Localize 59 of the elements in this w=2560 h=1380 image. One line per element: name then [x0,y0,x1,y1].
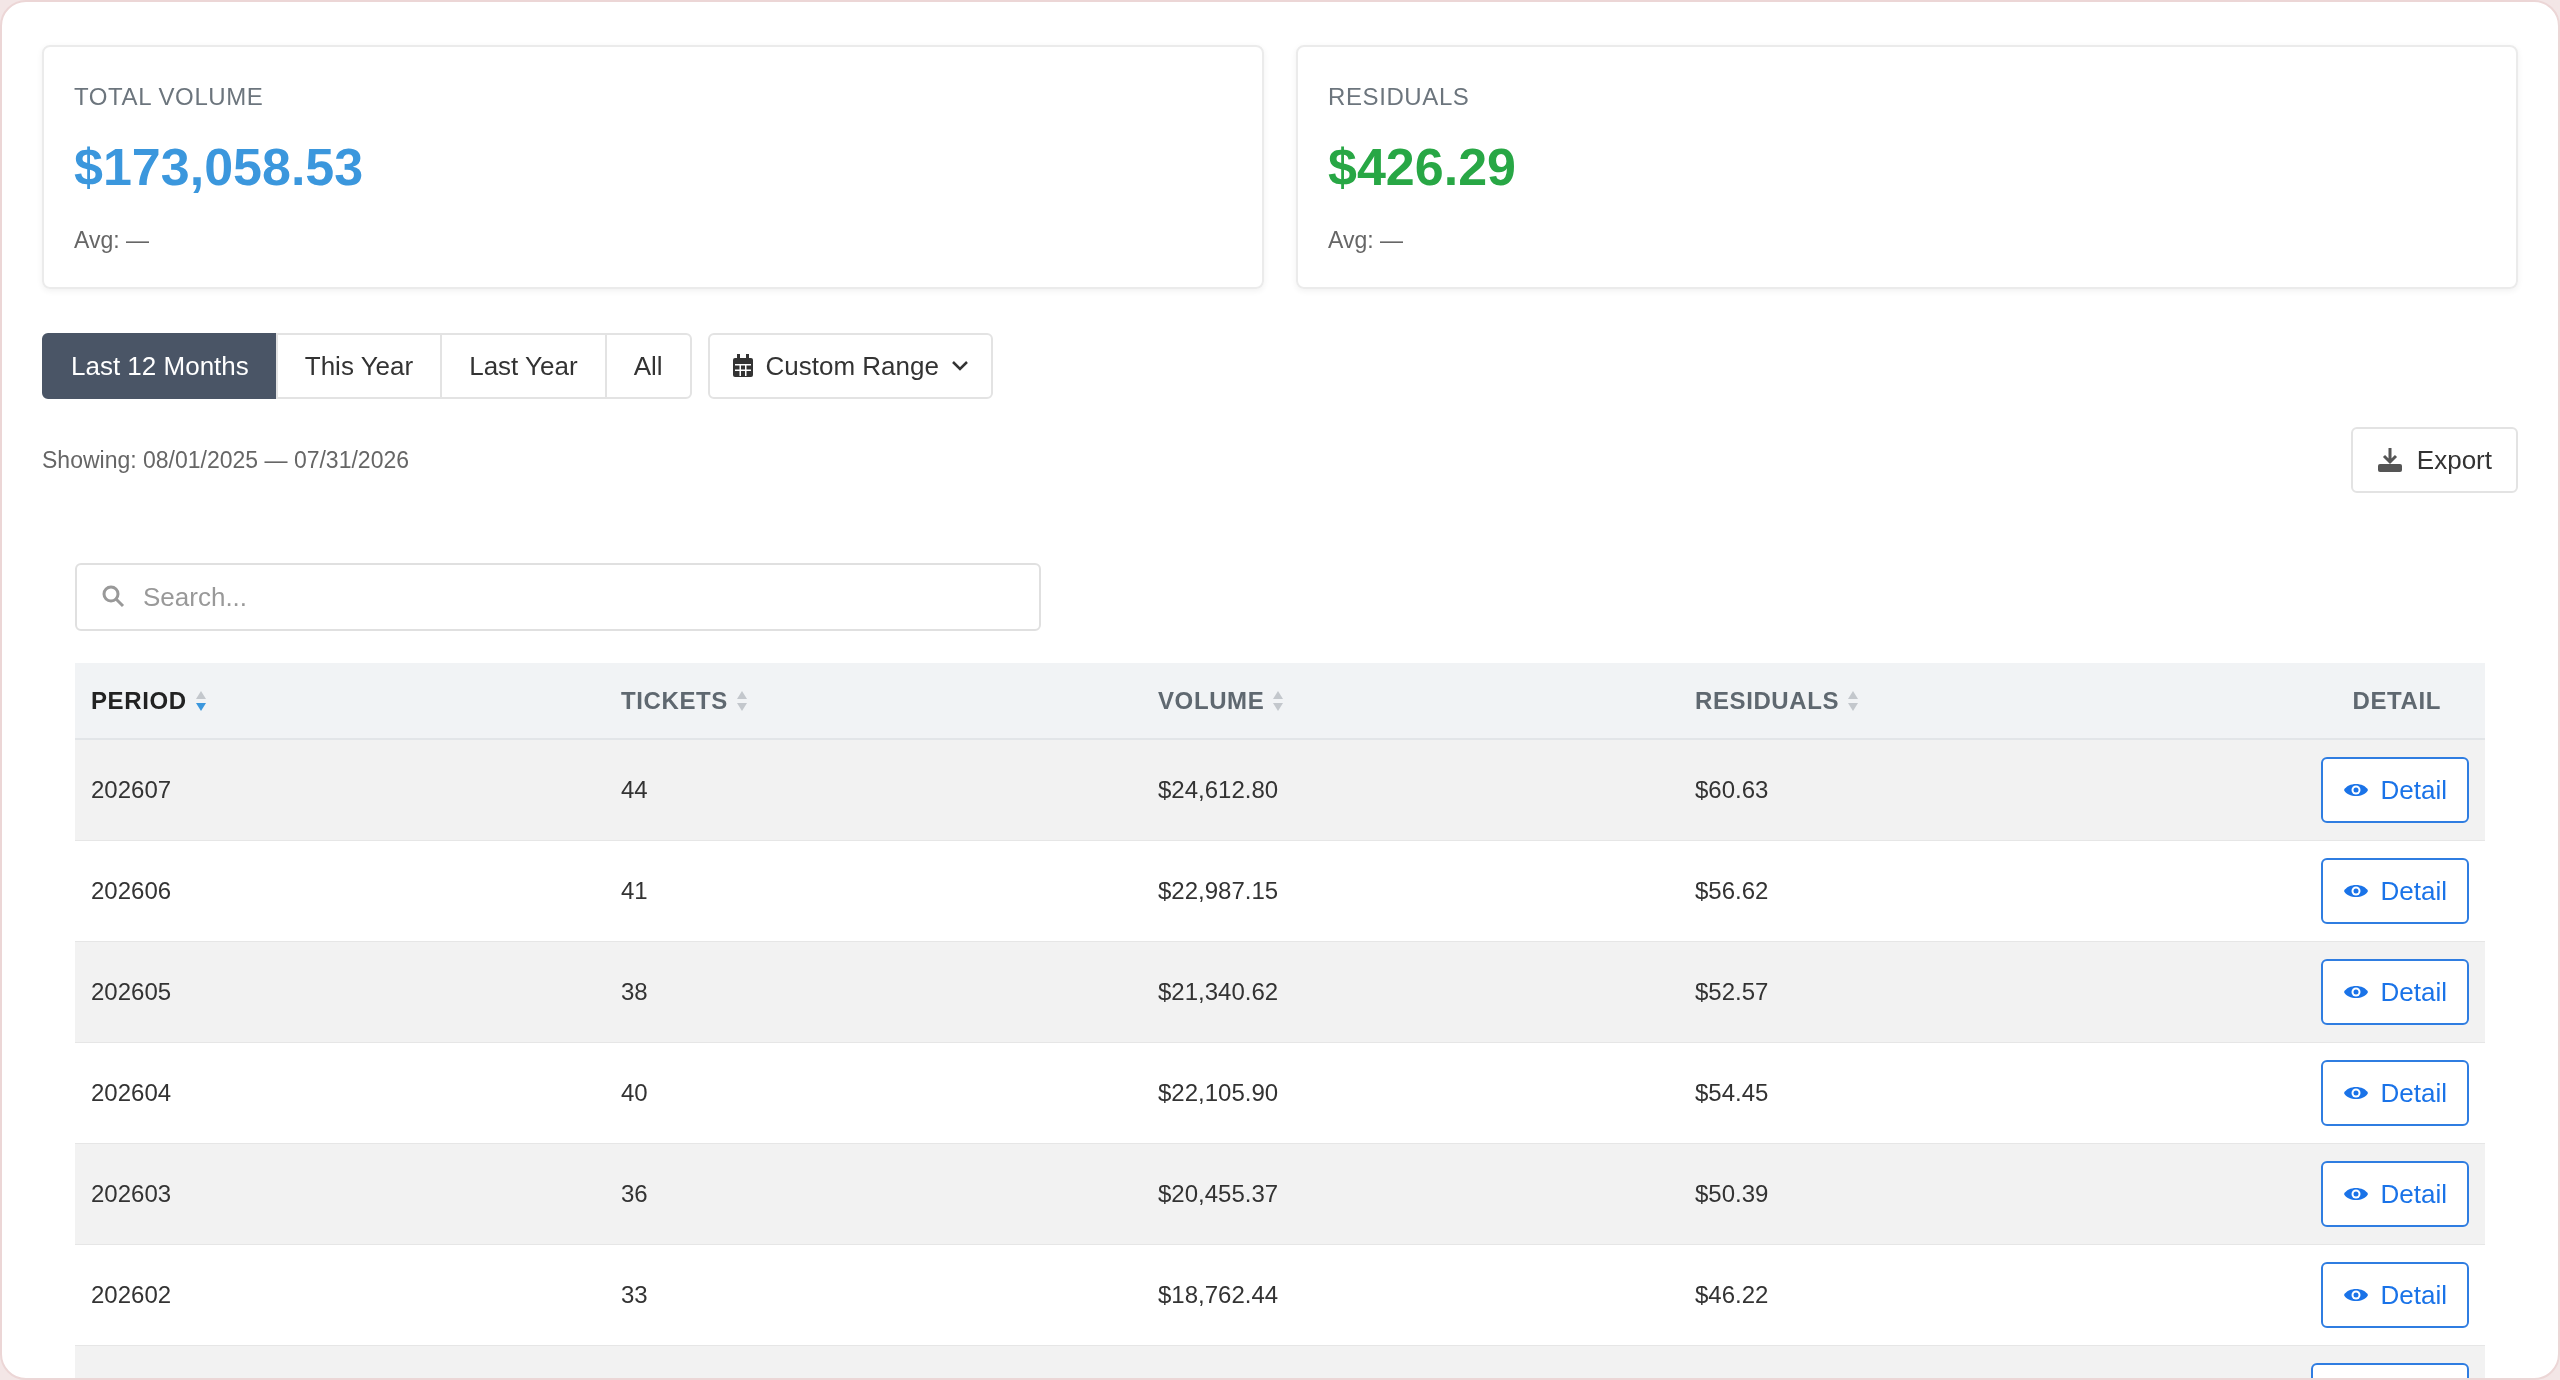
calendar-icon [731,354,754,378]
search-field[interactable]: Search... [75,563,1041,631]
table-cell: $20,455.37 [1158,1180,1279,1207]
eye-icon [2342,1185,2369,1203]
search-icon [101,584,125,608]
detail-button[interactable]: Detail [2320,858,2469,924]
eye-icon [2342,781,2369,799]
table-cell: $50.39 [1695,1180,1769,1207]
column-header[interactable]: RESIDUALS [1695,682,1840,719]
table-cell: 202607 [91,776,172,803]
table-cell: 202605 [91,978,172,1005]
eye-icon [2342,1286,2369,1304]
eye-icon [2342,1084,2369,1102]
table-cell: $60.63 [1695,776,1769,803]
detail-button[interactable]: Detail [2320,1262,2469,1328]
table-cell: 38 [621,978,648,1005]
table-cell: $18,762.44 [1158,1281,1279,1308]
table-cell: 41 [621,877,648,904]
table-cell: $54.45 [1695,1079,1769,1106]
table-cell: 44 [621,776,648,803]
eye-icon [2342,882,2369,900]
date-range-text: Showing: 08/01/2025 — 07/31/2026 [42,445,409,475]
table-cell: $52.57 [1695,978,1769,1005]
card-label: TOTAL VOLUME [74,85,265,109]
card-label: RESIDUALS [1328,85,1471,109]
card-value: $173,058.53 [74,141,365,193]
range-tab[interactable]: Last 12 Months [42,333,278,399]
detail-button[interactable]: Detail [2320,959,2469,1025]
table-cell: 36 [621,1180,648,1207]
range-tab[interactable]: All [604,333,692,399]
eye-icon [2342,983,2369,1001]
table-cell: 202606 [91,877,172,904]
table-cell: $24,612.80 [1158,776,1279,803]
table-cell: 202603 [91,1180,172,1207]
table-cell: 33 [621,1281,648,1308]
custom-range-dropdown[interactable]: Custom Range [707,333,993,399]
column-header: DETAIL [2352,685,2441,716]
table-cell: 40 [621,1079,648,1106]
card-value: $426.29 [1328,141,1517,193]
detail-button[interactable]: Detail [2320,757,2469,823]
download-icon [2376,447,2403,473]
table-cell: $46.22 [1695,1281,1769,1308]
column-header[interactable]: TICKETS [621,682,728,719]
export-button[interactable]: Export [2350,427,2518,493]
card-average: Avg: — [1328,229,1404,252]
chevron-down-icon [950,360,969,372]
column-header[interactable]: PERIOD [91,682,187,719]
detail-button[interactable]: Detail [2320,1060,2469,1126]
column-header[interactable]: VOLUME [1158,682,1265,719]
table-cell: $56.62 [1695,877,1769,904]
card-average: Avg: — [74,229,150,252]
table-cell: 202602 [91,1281,172,1308]
range-tab[interactable]: This Year [275,333,443,399]
table-cell: $22,105.90 [1158,1079,1279,1106]
table-cell: 202604 [91,1079,172,1106]
range-tab[interactable]: Last Year [440,333,607,399]
table-cell: $21,340.62 [1158,978,1279,1005]
detail-button[interactable]: Detail [2320,1161,2469,1227]
table-cell: $22,987.15 [1158,877,1279,904]
